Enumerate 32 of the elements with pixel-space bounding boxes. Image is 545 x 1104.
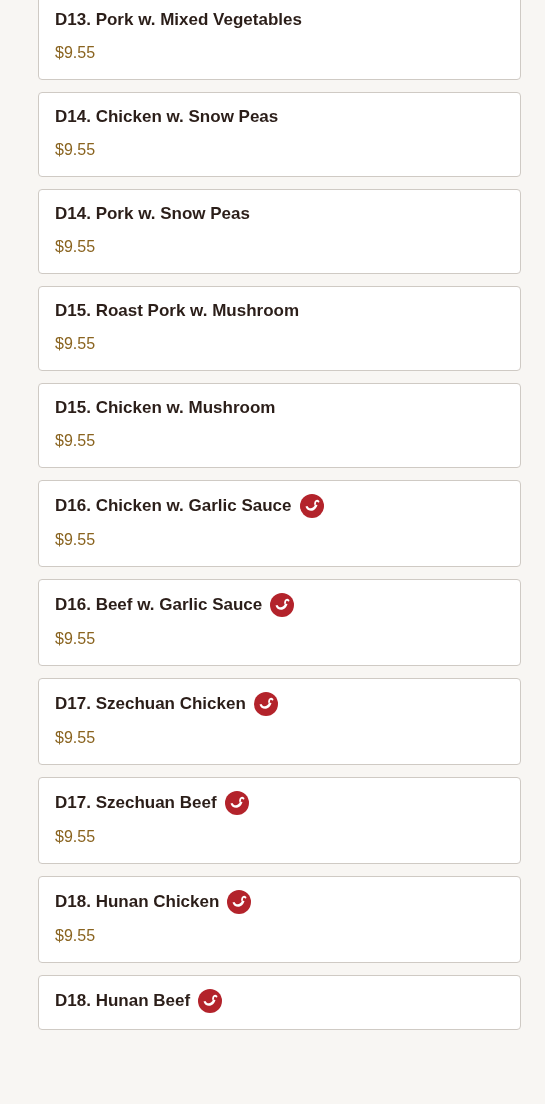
menu-item-card[interactable]: D18. Hunan Chicken $9.55 (38, 876, 521, 963)
menu-item-card[interactable]: D17. Szechuan Chicken $9.55 (38, 678, 521, 765)
dish-price: $9.55 (55, 237, 97, 257)
dish-price: $9.55 (55, 629, 97, 649)
menu-item-card[interactable]: D16. Chicken w. Garlic Sauce $9.55 (38, 480, 521, 567)
dish-price: $9.55 (55, 43, 97, 63)
menu-item-card[interactable]: D15. Chicken w. Mushroom $9.55 (38, 383, 521, 468)
menu-item-card[interactable]: D16. Beef w. Garlic Sauce $9.55 (38, 579, 521, 666)
dish-price: $9.55 (55, 334, 97, 354)
menu-item-card[interactable]: D17. Szechuan Beef $9.55 (38, 777, 521, 864)
menu-item-card[interactable]: D13. Pork w. Mixed Vegetables $9.55 (38, 0, 521, 80)
dish-price: $9.55 (55, 140, 97, 160)
dish-name: D17. Szechuan Beef (55, 792, 217, 814)
dish-name: D14. Chicken w. Snow Peas (55, 106, 279, 128)
menu-item-card[interactable]: D14. Pork w. Snow Peas $9.55 (38, 189, 521, 274)
dish-price: $9.55 (55, 728, 97, 748)
dish-name: D18. Hunan Beef (55, 990, 191, 1012)
menu-item-card[interactable]: D18. Hunan Beef (38, 975, 521, 1030)
dish-name: D16. Chicken w. Garlic Sauce (55, 495, 292, 517)
dish-name: D17. Szechuan Chicken (55, 693, 246, 715)
dish-name: D15. Chicken w. Mushroom (55, 397, 276, 419)
dish-price: $9.55 (55, 926, 97, 946)
dish-name: D16. Beef w. Garlic Sauce (55, 594, 263, 616)
dish-price: $9.55 (55, 827, 97, 847)
dish-price: $9.55 (55, 431, 97, 451)
dish-name: D15. Roast Pork w. Mushroom (55, 300, 300, 322)
dish-name: D18. Hunan Chicken (55, 891, 220, 913)
dish-name: D14. Pork w. Snow Peas (55, 203, 250, 225)
dish-name: D13. Pork w. Mixed Vegetables (55, 9, 302, 31)
dish-price: $9.55 (55, 530, 97, 550)
menu-item-card[interactable]: D15. Roast Pork w. Mushroom $9.55 (38, 286, 521, 371)
menu-item-card[interactable]: D14. Chicken w. Snow Peas $9.55 (38, 92, 521, 177)
